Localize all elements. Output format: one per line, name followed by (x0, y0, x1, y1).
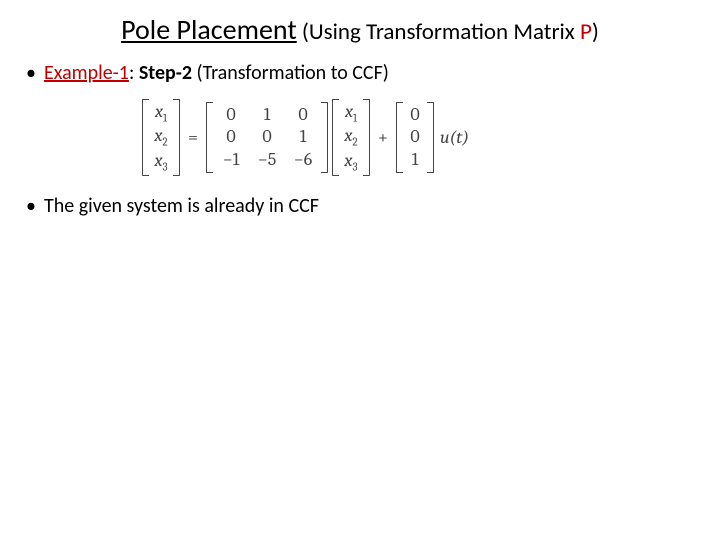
equals-sign: = (184, 127, 202, 148)
state-vector: x1 x2 x3 (332, 99, 370, 176)
slide: Pole Placement (Using Transformation Mat… (0, 0, 720, 540)
plus-sign: + (374, 127, 392, 148)
B-vector: 0 0 1 (396, 102, 434, 174)
bullet-list: Example-1: Step-2 (Transformation to CCF… (22, 61, 698, 85)
input-u: u(t) (438, 127, 469, 148)
title-subtitle: (Using Transformation Matrix P) (297, 18, 599, 46)
bracket-left-icon (142, 99, 149, 176)
bracket-right-icon (427, 102, 434, 174)
slide-title: Pole Placement (Using Transformation Mat… (22, 12, 698, 47)
step-desc: (Transformation to CCF) (192, 61, 389, 85)
state-space-equation: xx11 x2 x3 = 0 0 −1 1 0 −5 0 1 −6 (142, 99, 698, 176)
example-label: Example-1 (44, 61, 129, 85)
bracket-right-icon (363, 99, 370, 176)
step-label: Step-2 (139, 61, 192, 85)
bracket-left-icon (396, 102, 403, 174)
bracket-right-icon (173, 99, 180, 176)
bullet-example-step: Example-1: Step-2 (Transformation to CCF… (22, 61, 698, 85)
bullet-ccf-note: The given system is already in CCF (22, 194, 698, 218)
bracket-left-icon (332, 99, 339, 176)
lhs-state-vector: xx11 x2 x3 (142, 99, 180, 176)
bullet-list-2: The given system is already in CCF (22, 194, 698, 218)
bracket-left-icon (206, 102, 213, 174)
A-matrix: 0 0 −1 1 0 −5 0 1 −6 (206, 102, 328, 174)
title-main: Pole Placement (121, 12, 297, 47)
title-variable-P: P (580, 18, 592, 46)
bracket-right-icon (321, 102, 328, 174)
